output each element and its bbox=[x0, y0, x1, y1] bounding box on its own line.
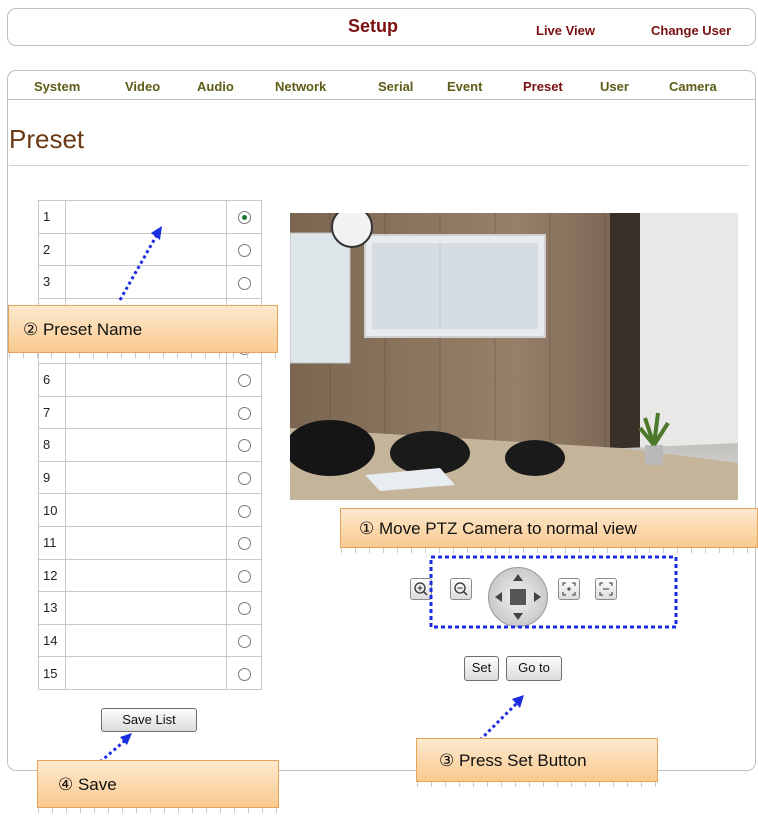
callout-move-ptz: ① Move PTZ Camera to normal view bbox=[340, 508, 758, 553]
callout-press-set: ③ Press Set Button bbox=[416, 738, 658, 787]
save-arrow-icon bbox=[120, 733, 132, 745]
callout-preset-name: ② Preset Name bbox=[8, 305, 278, 358]
set-arrow-icon bbox=[512, 695, 524, 708]
preset-name-pointer-line bbox=[118, 232, 160, 301]
callout-save: ④ Save bbox=[37, 760, 279, 813]
ptz-highlight-box bbox=[429, 555, 678, 629]
save-pointer-line bbox=[99, 736, 129, 764]
annotation-overlay bbox=[99, 226, 678, 764]
set-pointer-line bbox=[478, 698, 522, 742]
